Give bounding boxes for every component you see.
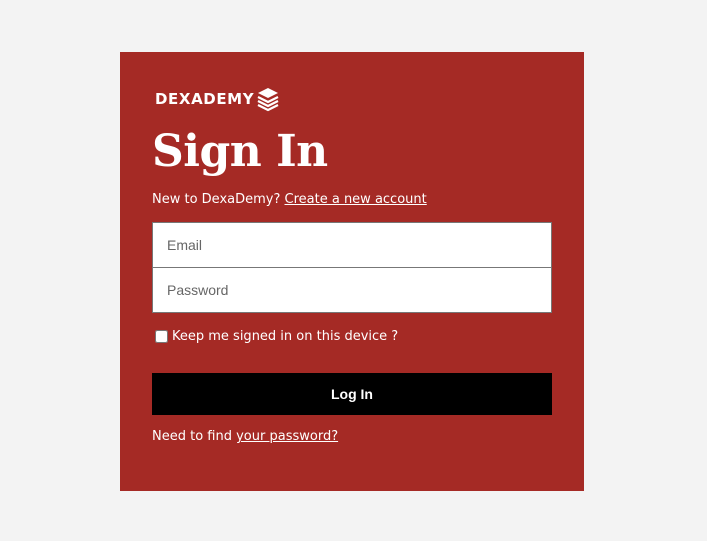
password-field[interactable] xyxy=(152,267,552,313)
email-field[interactable] xyxy=(152,222,552,268)
forgot-password-prompt: Need to find your password? xyxy=(152,429,338,444)
remember-me-label: Keep me signed in on this device ? xyxy=(172,329,399,344)
create-account-link[interactable]: Create a new account xyxy=(285,192,427,207)
signup-prompt: New to DexaDemy? Create a new account xyxy=(152,192,427,207)
login-button[interactable]: Log In xyxy=(152,373,552,415)
forgot-password-link[interactable]: your password? xyxy=(236,429,338,444)
stacked-books-icon xyxy=(257,88,279,112)
remember-me-checkbox[interactable] xyxy=(155,330,168,343)
signup-prompt-text: New to DexaDemy? xyxy=(152,192,281,207)
remember-me[interactable]: Keep me signed in on this device ? xyxy=(155,329,398,344)
logo-text: DEXADEMY xyxy=(155,90,255,108)
sign-in-card: DEXADEMY Sign In New to DexaDemy? Create… xyxy=(120,52,584,491)
brand-logo[interactable]: DEXADEMY xyxy=(155,86,280,112)
page-title: Sign In xyxy=(152,126,328,177)
forgot-prompt-text: Need to find xyxy=(152,429,232,444)
